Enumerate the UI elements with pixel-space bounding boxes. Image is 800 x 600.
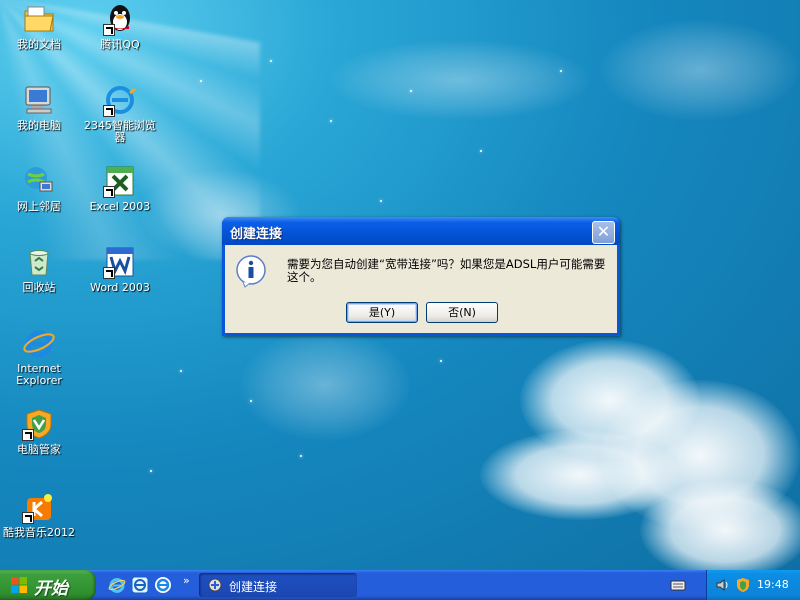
close-button[interactable]: ✕ [592,221,615,244]
volume-speaker-icon[interactable] [715,577,731,593]
start-label: 开始 [34,579,68,599]
recycle-bin-icon [22,245,56,279]
yes-button[interactable]: 是(Y) [346,302,418,323]
desktop-icon-kuwo-music[interactable]: 酷我音乐2012 [3,490,75,539]
desktop-icon-label: 2345智能浏览器 [84,119,156,144]
desktop-icon-label: Word 2003 [90,281,150,294]
desktop-icon-label: 酷我音乐2012 [3,526,75,539]
shortcut-arrow-icon [22,429,34,441]
desktop-icon-label: 网上邻居 [17,200,61,213]
dialog-body: 需要为您自动创建“宽带连接”吗？如果您是ADSL用户可能需要这个。 是(Y) 否… [225,245,617,333]
desktop-icon-2345-browser[interactable]: 2345智能浏览器 [84,83,156,144]
cloud [330,40,590,120]
cloud [240,330,410,440]
browser-e-icon [154,577,172,597]
start-button[interactable]: 开始 [0,570,96,600]
dialog-titlebar[interactable]: 创建连接 ✕ [222,217,620,245]
desktop: 我的文档 腾讯QQ 我的电脑 2345智能浏览器 网上邻居 Excel 2003… [0,0,800,570]
my-computer-icon [22,83,56,117]
desktop-icon-qq[interactable]: 腾讯QQ [84,2,156,51]
network-connection-icon [207,577,223,593]
desktop-icon-my-documents[interactable]: 我的文档 [3,2,75,51]
keyboard-icon[interactable] [670,577,686,593]
desktop-icon-label: Excel 2003 [89,200,151,213]
pc-manager-shield-icon[interactable] [735,577,751,593]
desktop-icon-label: 腾讯QQ [100,38,140,51]
internet-explorer-icon [22,326,56,360]
no-button[interactable]: 否(N) [426,302,498,323]
desktop-icon-my-computer[interactable]: 我的电脑 [3,83,75,132]
desktop-icon-pc-manager[interactable]: 电脑管家 [3,407,75,456]
quicklaunch-ie[interactable] [108,576,126,594]
shortcut-arrow-icon [22,512,34,524]
taskbar-button-label: 创建连接 [229,580,278,594]
close-icon: ✕ [596,222,611,241]
create-connection-dialog: 创建连接 ✕ 需要为您自动创建“宽带连接”吗？如果您是ADSL用户可能需要这个。… [222,217,620,336]
desktop-icon-word[interactable]: Word 2003 [84,245,156,294]
internet-explorer-icon [108,578,126,597]
browser-2345-icon [103,83,137,117]
shortcut-arrow-icon [103,24,115,36]
dialog-title: 创建连接 [230,227,283,242]
clock[interactable]: 19:48 [757,578,789,591]
info-icon [235,254,269,288]
desktop-icon-internet-explorer[interactable]: Internet Explorer [3,326,75,387]
network-places-icon [22,164,56,198]
windows-logo-icon [10,576,28,594]
desktop-icon-label: 我的文档 [17,38,61,51]
shortcut-arrow-icon [103,105,115,117]
desktop-icon-label: 电脑管家 [17,443,61,456]
shortcut-arrow-icon [103,267,115,279]
my-documents-icon [22,2,56,36]
quicklaunch-browser[interactable] [131,576,149,594]
quicklaunch-browser-alt[interactable] [154,576,172,594]
quicklaunch-more-chevron[interactable]: » [183,574,190,587]
pc-manager-shield-icon [22,407,56,441]
shortcut-arrow-icon [103,186,115,198]
word-icon [103,245,137,279]
desktop-icon-recycle-bin[interactable]: 回收站 [3,245,75,294]
system-tray: 19:48 [706,570,800,600]
taskbar: 开始 » 创建连接 19:48 [0,570,800,600]
cloud [600,20,800,120]
desktop-icon-network-places[interactable]: 网上邻居 [3,164,75,213]
dialog-message: 需要为您自动创建“宽带连接”吗？如果您是ADSL用户可能需要这个。 [287,257,606,284]
qq-penguin-icon [103,2,137,36]
browser-2345-icon [131,576,149,597]
desktop-icon-label: Internet Explorer [16,362,62,387]
excel-icon [103,164,137,198]
kuwo-music-icon [22,490,56,524]
desktop-icon-label: 我的电脑 [17,119,61,132]
desktop-icon-excel[interactable]: Excel 2003 [84,164,156,213]
desktop-icon-label: 回收站 [22,281,56,294]
taskbar-button-create-connection[interactable]: 创建连接 [199,573,357,597]
